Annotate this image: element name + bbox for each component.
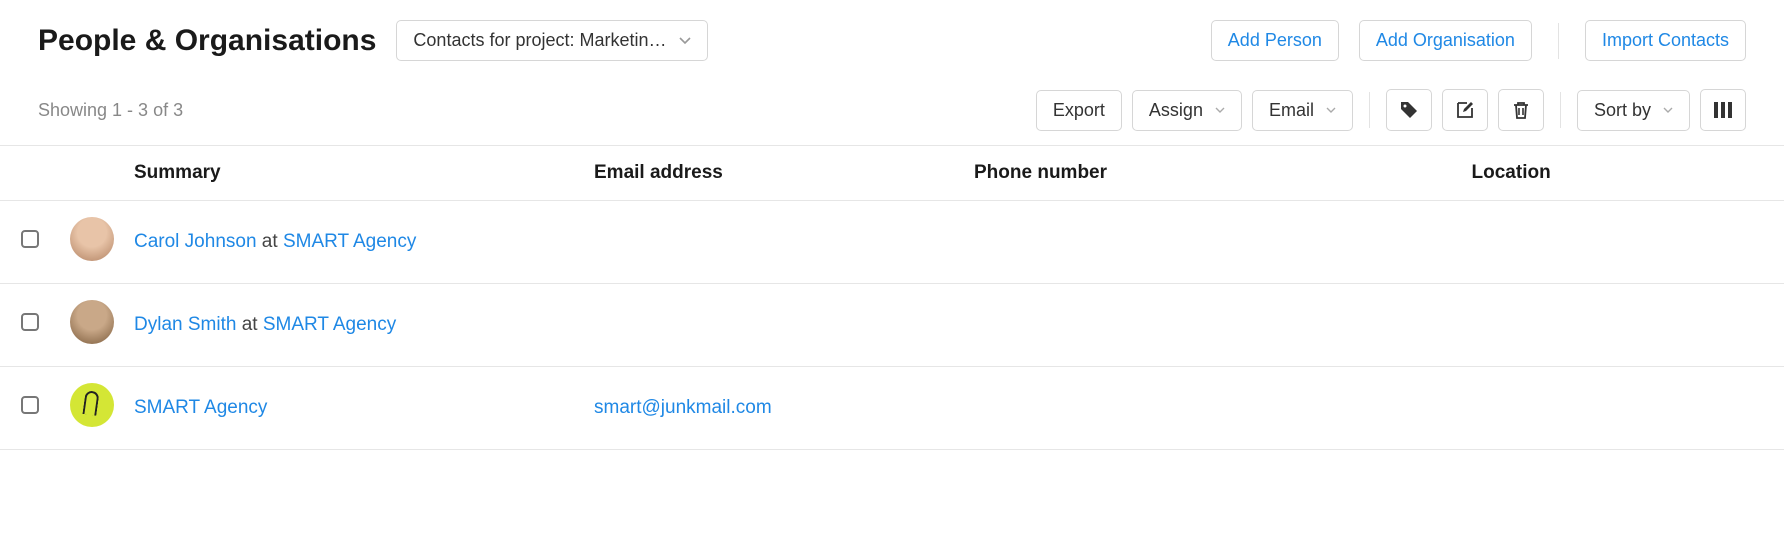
email-label: Email (1269, 100, 1314, 121)
columns-button[interactable] (1700, 89, 1746, 131)
org-avatar-icon (70, 383, 114, 427)
column-email: Email address (584, 146, 964, 201)
export-button[interactable]: Export (1036, 90, 1122, 131)
tag-button[interactable] (1386, 89, 1432, 131)
table-row: Carol Johnson at SMART Agency (0, 201, 1784, 284)
org-link[interactable]: SMART Agency (283, 231, 416, 252)
delete-button[interactable] (1498, 89, 1544, 131)
contact-name-link[interactable]: SMART Agency (134, 397, 267, 418)
contact-name-link[interactable]: Carol Johnson (134, 231, 257, 252)
at-text: at (257, 231, 283, 252)
toolbar: Showing 1 - 3 of 3 Export Assign Email (38, 89, 1746, 131)
contact-name-link[interactable]: Dylan Smith (134, 314, 236, 335)
showing-count: Showing 1 - 3 of 3 (38, 100, 183, 121)
table-row: Dylan Smith at SMART Agency (0, 284, 1784, 367)
location-cell (1462, 201, 1784, 284)
add-organisation-button[interactable]: Add Organisation (1359, 20, 1532, 61)
contacts-table: Summary Email address Phone number Locat… (0, 146, 1784, 450)
email-button[interactable]: Email (1252, 90, 1353, 131)
chevron-down-icon (1663, 107, 1673, 114)
page-title: People & Organisations (38, 24, 376, 58)
phone-cell (964, 201, 1462, 284)
sort-by-button[interactable]: Sort by (1577, 90, 1690, 131)
tag-icon (1399, 100, 1419, 120)
row-checkbox[interactable] (21, 230, 39, 248)
edit-icon (1455, 100, 1475, 120)
location-cell (1462, 284, 1784, 367)
column-summary: Summary (124, 146, 584, 201)
divider (1560, 92, 1561, 128)
phone-cell (964, 284, 1462, 367)
edit-button[interactable] (1442, 89, 1488, 131)
avatar (70, 217, 114, 261)
email-link[interactable]: smart@junkmail.com (594, 397, 772, 418)
sort-by-label: Sort by (1594, 100, 1651, 121)
chevron-down-icon (1215, 107, 1225, 114)
chevron-down-icon (1326, 107, 1336, 114)
at-text: at (236, 314, 262, 335)
chevron-down-icon (679, 37, 691, 45)
avatar (70, 300, 114, 344)
row-checkbox[interactable] (21, 396, 39, 414)
add-person-button[interactable]: Add Person (1211, 20, 1339, 61)
org-link[interactable]: SMART Agency (263, 314, 396, 335)
phone-cell (964, 367, 1462, 450)
assign-button[interactable]: Assign (1132, 90, 1242, 131)
column-location: Location (1462, 146, 1784, 201)
filter-label: Contacts for project: Marketin… (413, 30, 666, 51)
columns-icon (1713, 101, 1733, 119)
import-contacts-button[interactable]: Import Contacts (1585, 20, 1746, 61)
location-cell (1462, 367, 1784, 450)
table-row: SMART Agency smart@junkmail.com (0, 367, 1784, 450)
assign-label: Assign (1149, 100, 1203, 121)
column-phone: Phone number (964, 146, 1462, 201)
trash-icon (1512, 100, 1530, 120)
divider (1558, 23, 1559, 59)
divider (1369, 92, 1370, 128)
header: People & Organisations Contacts for proj… (38, 20, 1746, 61)
filter-dropdown[interactable]: Contacts for project: Marketin… (396, 20, 707, 61)
row-checkbox[interactable] (21, 313, 39, 331)
